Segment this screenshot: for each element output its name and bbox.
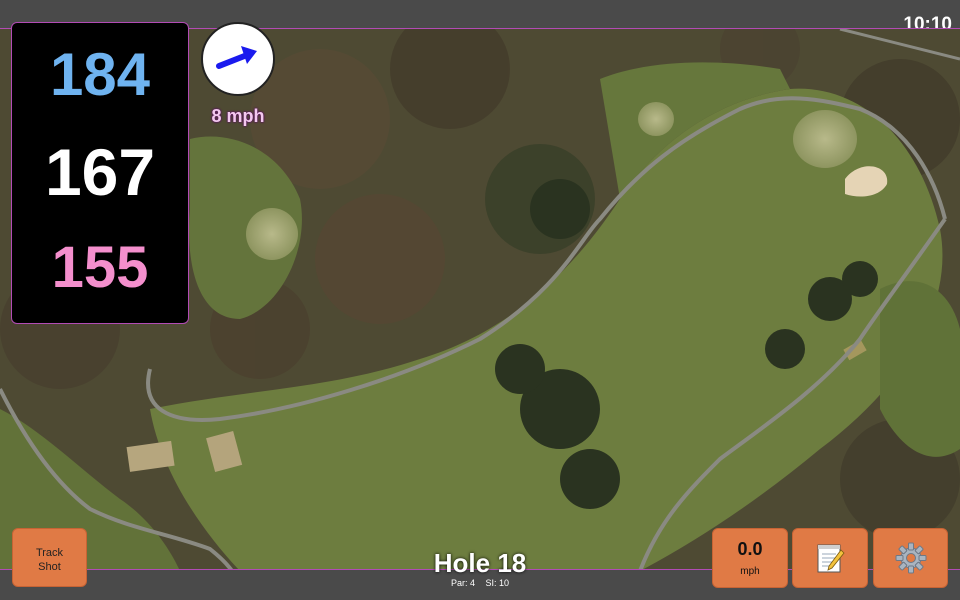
hole-par: Par: 4 (450, 578, 475, 588)
track-shot-label-line2: Shot (38, 561, 61, 573)
hole-info: Par: 4 SI: 10 (380, 578, 580, 588)
wind-speed: 8 mph (211, 106, 265, 126)
notepad-icon (817, 544, 845, 573)
gear-icon (895, 542, 926, 574)
wind-indicator (201, 22, 275, 96)
speed-value: 0.0 (737, 539, 763, 559)
track-shot-button[interactable]: Track Shot (12, 528, 87, 587)
back-distance: 184 (49, 41, 151, 108)
distance-panel: 184 167 155 (11, 22, 189, 324)
front-distance: 155 (51, 235, 149, 300)
speed-unit: mph (740, 566, 760, 577)
hole-title: Hole 18 (433, 548, 527, 578)
middle-distance: 167 (44, 135, 156, 209)
notes-button[interactable] (792, 528, 868, 588)
hole-stroke-index: SI: 10 (485, 578, 510, 588)
track-shot-label-line1: Track (35, 547, 64, 559)
wind-arrow-icon (216, 46, 257, 69)
speed-button[interactable]: 0.0 mph (712, 528, 788, 588)
golf-gps-screen: 10:10 184 167 155 8 mph Track Shot Hole … (0, 0, 960, 600)
settings-button[interactable] (873, 528, 948, 588)
